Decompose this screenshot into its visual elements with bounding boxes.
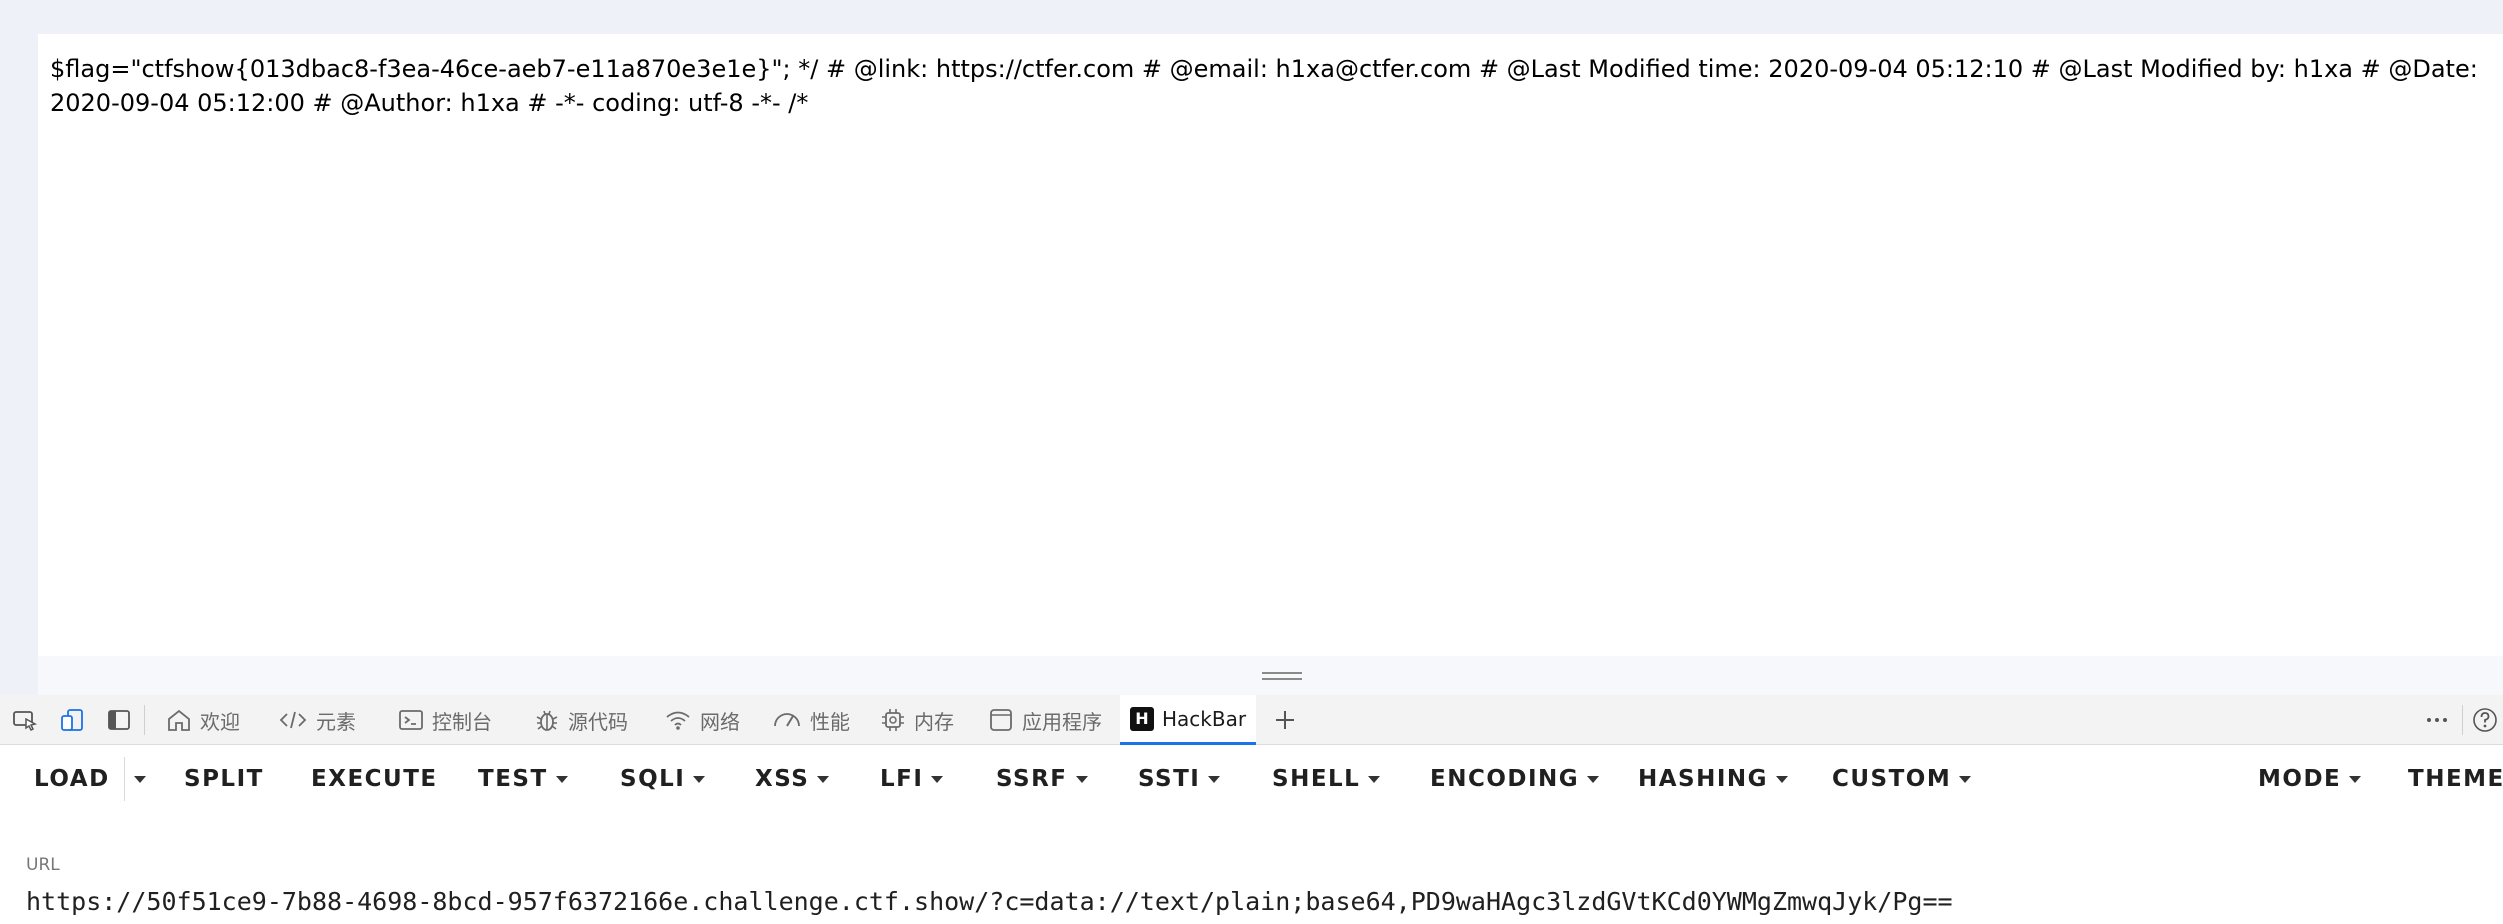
load-label: LOAD [34,766,110,792]
tab-network[interactable]: 网络 [654,695,750,745]
test-label: TEST [478,766,548,792]
chevron-down-icon [1959,775,1972,783]
wifi-icon [666,711,690,730]
inspect-element-icon[interactable] [8,695,42,745]
chevron-down-icon [693,775,706,783]
split-label: SPLIT [184,766,264,792]
load-button[interactable]: LOAD [34,745,110,813]
devtools-panel: 欢迎 元素 控制台 源代码 网络 性能 内存 应用程序 H HackBar LO… [0,695,2503,924]
devtools-tab-bar: 欢迎 元素 控制台 源代码 网络 性能 内存 应用程序 H HackBar [0,695,2503,745]
browser-top-strip [0,0,2503,34]
ssrf-label: SSRF [996,766,1068,792]
more-options-icon[interactable] [2420,695,2454,745]
sqli-menu[interactable]: SQLI [620,745,706,813]
hashing-label: HASHING [1638,766,1769,792]
hashing-menu[interactable]: HASHING [1638,745,1789,813]
tab-label: 元素 [316,709,356,734]
chip-icon [882,709,904,731]
ssti-menu[interactable]: SSTI [1138,745,1221,813]
url-field-label: URL [26,855,60,875]
tab-application[interactable]: 应用程序 [978,695,1112,745]
chevron-down-icon [1075,775,1088,783]
left-gutter [0,0,38,695]
load-dropdown-button[interactable] [134,745,146,813]
custom-menu[interactable]: CUSTOM [1832,745,1972,813]
ssrf-menu[interactable]: SSRF [996,745,1088,813]
gauge-icon [774,713,800,727]
test-menu[interactable]: TEST [478,745,568,813]
tab-label: 性能 [810,709,850,734]
tab-memory[interactable]: 内存 [870,695,964,745]
tab-label: 应用程序 [1022,709,1102,734]
add-tab-icon[interactable] [1268,695,1302,745]
tab-label: 源代码 [568,709,628,734]
lfi-label: LFI [880,766,924,792]
help-icon[interactable] [2468,695,2502,745]
shell-label: SHELL [1272,766,1361,792]
tab-hackbar[interactable]: H HackBar [1120,695,1257,745]
bug-icon [536,710,558,731]
page-viewport: $flag="ctfshow{013dbac8-f3ea-46ce-aeb7-e… [38,34,2503,656]
execute-button[interactable]: EXECUTE [311,745,438,813]
chevron-down-icon [1208,775,1221,783]
window-icon [990,709,1012,731]
device-emulation-icon[interactable] [56,695,90,745]
shell-menu[interactable]: SHELL [1272,745,1381,813]
theme-label: THEME [2408,766,2503,792]
url-input[interactable]: https://50f51ce9-7b88-4698-8bcd-957f6372… [26,887,1953,916]
chevron-down-icon [555,775,568,783]
tab-label: 控制台 [432,709,492,734]
tab-welcome[interactable]: 欢迎 [156,695,250,745]
load-separator [124,757,125,801]
code-icon [279,711,307,729]
ssti-label: SSTI [1138,766,1201,792]
mode-label: MODE [2258,766,2342,792]
mode-menu[interactable]: MODE [2258,745,2362,813]
split-button[interactable]: SPLIT [184,745,264,813]
custom-label: CUSTOM [1832,766,1952,792]
theme-menu[interactable]: THEME [2408,745,2503,813]
chevron-down-icon [1587,775,1600,783]
chevron-down-icon [1776,775,1789,783]
tab-label: HackBar [1162,706,1247,731]
tab-bar-separator [2462,705,2463,735]
tab-console[interactable]: 控制台 [388,695,502,745]
encoding-label: ENCODING [1430,766,1580,792]
chevron-down-icon [134,775,146,783]
hackbar-logo: H [1130,706,1154,731]
encoding-menu[interactable]: ENCODING [1430,745,1600,813]
execute-label: EXECUTE [311,766,438,792]
tab-bar-separator [144,705,145,735]
tab-performance[interactable]: 性能 [762,695,860,745]
lfi-menu[interactable]: LFI [880,745,944,813]
tab-elements[interactable]: 元素 [268,695,366,745]
tab-label: 欢迎 [200,709,240,734]
tab-label: 网络 [700,709,740,734]
page-content-text: $flag="ctfshow{013dbac8-f3ea-46ce-aeb7-e… [50,55,2478,117]
hackbar-toolbar: LOAD SPLIT EXECUTE TEST SQLI XSS LFI SSR… [0,745,2503,813]
console-icon [399,710,423,730]
home-icon [168,709,190,731]
xss-menu[interactable]: XSS [755,745,830,813]
chevron-down-icon [931,775,944,783]
devtools-resize-handle[interactable] [1262,672,1302,684]
xss-label: XSS [755,766,810,792]
tab-sources[interactable]: 源代码 [524,695,638,745]
sqli-label: SQLI [620,766,686,792]
dock-side-icon[interactable] [102,695,136,745]
chevron-down-icon [2349,775,2362,783]
chevron-down-icon [817,775,830,783]
chevron-down-icon [1368,775,1381,783]
tab-label: 内存 [914,709,954,734]
